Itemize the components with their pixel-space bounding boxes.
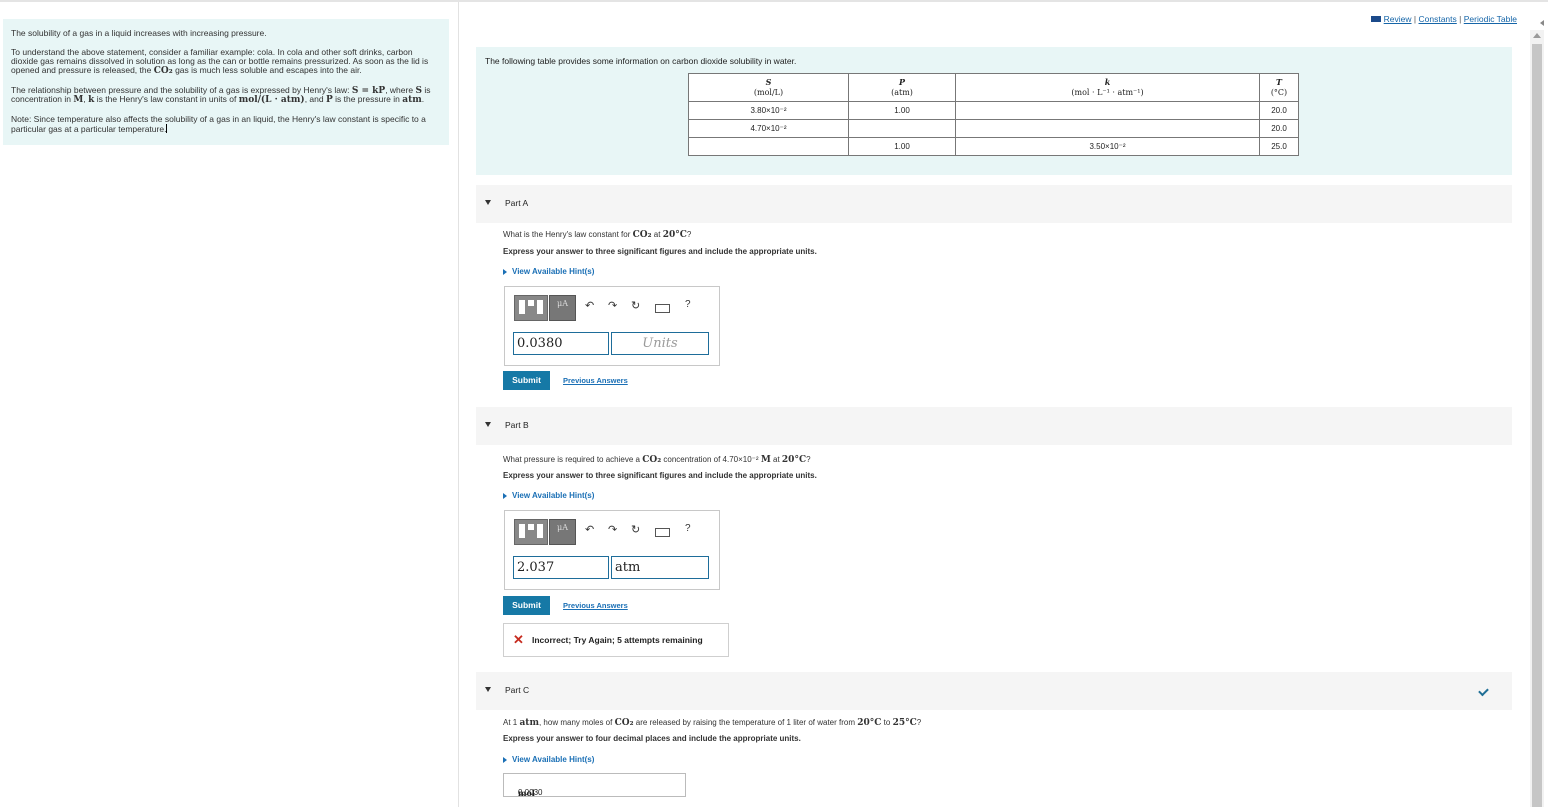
keyboard-icon[interactable]	[655, 528, 670, 537]
part-a-previous-answers-link[interactable]: Previous Answers	[563, 376, 628, 385]
table-row: 1.00 3.50×10⁻² 25.0	[688, 137, 1299, 156]
part-c-header[interactable]: Part C	[476, 672, 1512, 710]
template-icon[interactable]	[514, 295, 548, 321]
table-cell	[955, 119, 1260, 138]
intro-paragraph-4a: Note: Since temperature also affects the…	[11, 114, 426, 124]
caret-down-icon	[485, 200, 491, 205]
table-row: 4.70×10⁻² 20.0	[688, 119, 1299, 138]
caret-right-icon	[503, 756, 507, 763]
resource-links: Review | Constants | Periodic Table	[1370, 14, 1517, 24]
header-s: S (mol/L)	[688, 73, 849, 102]
text-cursor	[166, 124, 168, 133]
part-b-previous-answers-link[interactable]: Previous Answers	[563, 601, 628, 610]
check-icon	[1478, 685, 1489, 697]
table-caption: The following table provides some inform…	[485, 56, 797, 66]
part-b-feedback: ✕ Incorrect; Try Again; 5 attempts remai…	[503, 623, 729, 657]
caret-down-icon	[485, 422, 491, 427]
help-icon[interactable]: ?	[685, 299, 691, 310]
top-border	[0, 0, 1548, 2]
table-header-row: S (mol/L) P (atm) k (mol · L⁻¹ · atm⁻¹) T (°…	[688, 73, 1299, 102]
table-cell: 20.0	[1259, 119, 1299, 138]
table-cell	[688, 137, 849, 156]
intro-paragraph-2c: opened and pressure is released, the CO₂…	[11, 65, 362, 76]
part-b-question: What pressure is required to achieve a C…	[503, 455, 811, 465]
x-icon: ✕	[513, 632, 524, 647]
panel-divider	[458, 2, 459, 807]
mu-icon[interactable]: μA	[549, 519, 576, 545]
part-a-answer-editor: μA ↶ ↷ ↻ ? 0.0380 Units	[504, 286, 720, 366]
part-a-units-input[interactable]: Units	[611, 332, 709, 355]
book-icon	[1370, 16, 1381, 22]
part-c-label: Part C	[505, 685, 530, 695]
intro-panel: The solubility of a gas in a liquid incr…	[3, 19, 449, 145]
template-icon[interactable]	[514, 519, 548, 545]
table-cell	[848, 119, 956, 138]
header-t: T (°C)	[1259, 73, 1299, 102]
reset-icon[interactable]: ↻	[631, 523, 640, 536]
table-cell	[955, 101, 1260, 120]
part-a-value-input[interactable]: 0.0380	[513, 332, 609, 355]
part-c-answer-display: 0.0030 mol	[503, 773, 686, 798]
reset-icon[interactable]: ↻	[631, 299, 640, 312]
part-c-question: At 1 atm, how many moles of CO₂ are rele…	[503, 718, 922, 728]
part-b-answer-editor: μA ↶ ↷ ↻ ? 2.037 atm	[504, 510, 720, 590]
table-row: 3.80×10⁻² 1.00 20.0	[688, 101, 1299, 120]
part-b-hint-toggle[interactable]: View Available Hint(s)	[503, 491, 594, 500]
caret-right-icon	[503, 492, 507, 499]
header-k: k (mol · L⁻¹ · atm⁻¹)	[955, 73, 1260, 102]
solubility-table: S (mol/L) P (atm) k (mol · L⁻¹ · atm⁻¹) T (°…	[688, 73, 1299, 156]
review-link[interactable]: Review	[1384, 14, 1412, 24]
help-icon[interactable]: ?	[685, 523, 691, 534]
table-cell: 1.00	[848, 137, 956, 156]
part-a-submit-button[interactable]: Submit	[503, 371, 550, 390]
intro-paragraph-4b: particular gas at a particular temperatu…	[11, 124, 168, 134]
feedback-text: Incorrect; Try Again; 5 attempts remaini…	[532, 635, 703, 645]
part-a-instruction: Express your answer to three significant…	[503, 247, 817, 256]
table-cell: 1.00	[848, 101, 956, 120]
scroll-up-icon[interactable]	[1533, 33, 1541, 38]
keyboard-icon[interactable]	[655, 304, 670, 313]
table-panel: The following table provides some inform…	[476, 47, 1512, 175]
part-b-header[interactable]: Part B	[476, 407, 1512, 445]
part-a-header[interactable]: Part A	[476, 185, 1512, 223]
part-b-units-input[interactable]: atm	[611, 556, 709, 579]
part-b-instruction: Express your answer to three significant…	[503, 471, 817, 480]
redo-icon[interactable]: ↷	[608, 523, 617, 536]
collapse-arrow-icon[interactable]	[1540, 20, 1544, 26]
mu-icon[interactable]: μA	[549, 295, 576, 321]
header-p: P (atm)	[848, 73, 956, 102]
part-b-submit-button[interactable]: Submit	[503, 596, 550, 615]
table-cell: 25.0	[1259, 137, 1299, 156]
intro-paragraph-3b: concentration in M, k is the Henry's law…	[11, 94, 425, 105]
periodic-table-link[interactable]: Periodic Table	[1464, 14, 1517, 24]
caret-right-icon	[503, 268, 507, 275]
undo-icon[interactable]: ↶	[585, 523, 594, 536]
undo-icon[interactable]: ↶	[585, 299, 594, 312]
scrollbar-thumb[interactable]	[1532, 44, 1542, 807]
table-cell: 4.70×10⁻²	[688, 119, 849, 138]
caret-down-icon	[485, 687, 491, 692]
part-c-instruction: Express your answer to four decimal plac…	[503, 734, 801, 743]
table-cell: 3.50×10⁻²	[955, 137, 1260, 156]
intro-paragraph-1: The solubility of a gas in a liquid incr…	[11, 28, 267, 38]
part-b-label: Part B	[505, 420, 529, 430]
part-a-question: What is the Henry's law constant for CO₂…	[503, 230, 692, 240]
constants-link[interactable]: Constants	[1419, 14, 1457, 24]
part-b-value-input[interactable]: 2.037	[513, 556, 609, 579]
part-c-hint-toggle[interactable]: View Available Hint(s)	[503, 755, 594, 764]
table-cell: 3.80×10⁻²	[688, 101, 849, 120]
part-a-label: Part A	[505, 198, 529, 208]
table-cell: 20.0	[1259, 101, 1299, 120]
part-a-hint-toggle[interactable]: View Available Hint(s)	[503, 267, 594, 276]
redo-icon[interactable]: ↷	[608, 299, 617, 312]
